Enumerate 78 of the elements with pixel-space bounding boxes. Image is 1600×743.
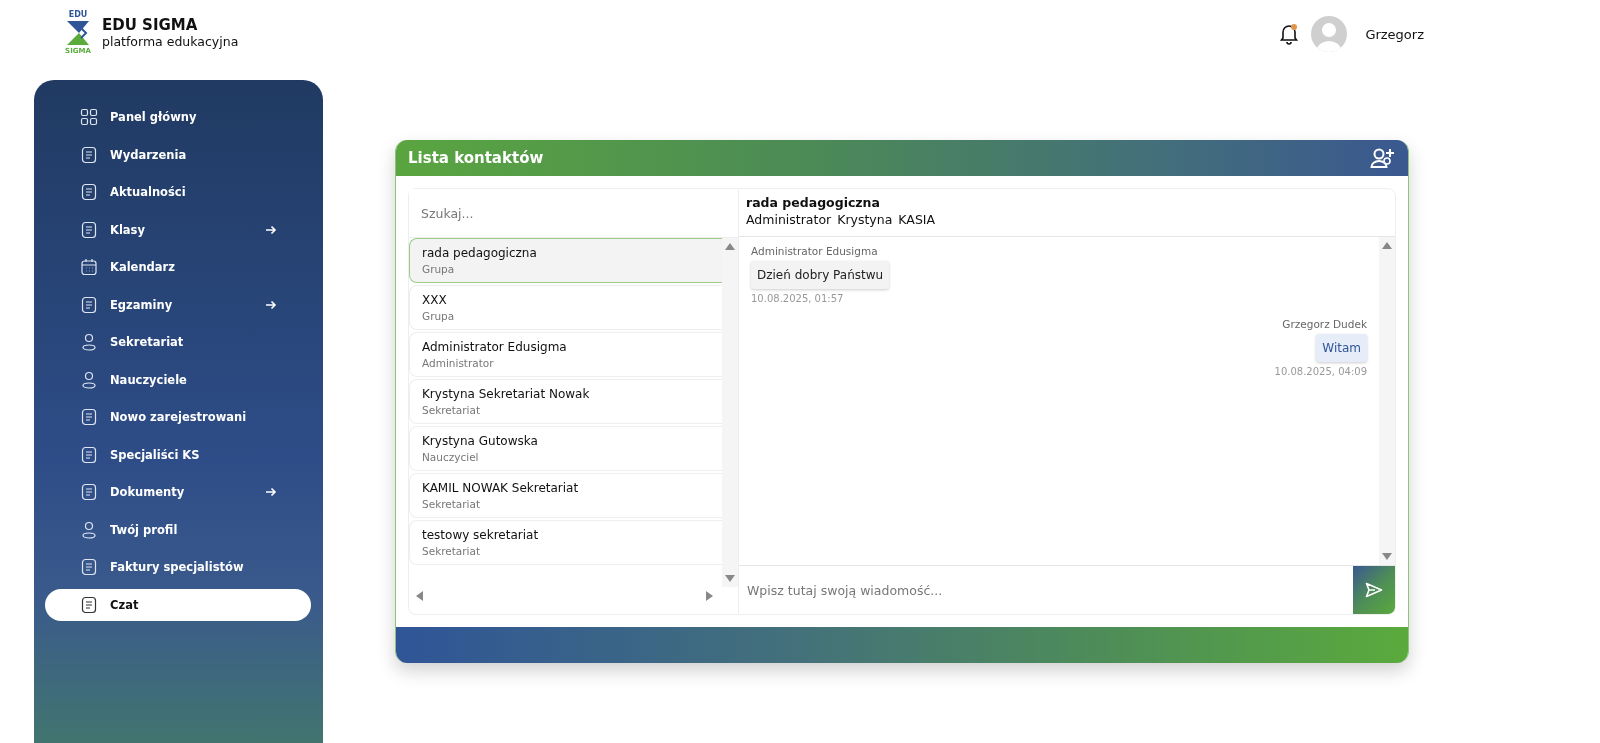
sidebar-item[interactable]: Kalendarz bbox=[45, 251, 311, 283]
add-user-icon[interactable] bbox=[1370, 146, 1396, 170]
message-time: 10.08.2025, 04:09 bbox=[1274, 366, 1367, 377]
user-name[interactable]: Grzegorz bbox=[1365, 26, 1424, 42]
person-icon bbox=[80, 333, 98, 351]
sidebar-item[interactable]: Egzaminy bbox=[45, 288, 311, 321]
message-sender: Administrator Edusigma bbox=[751, 245, 878, 257]
contact-item[interactable]: rada pedagogiczna Grupa bbox=[409, 238, 722, 283]
contact-item[interactable]: Administrator Edusigma Administrator bbox=[409, 332, 722, 377]
participant-name: Administrator bbox=[746, 212, 832, 227]
contact-name: Krystyna Gutowska bbox=[422, 434, 539, 448]
contact-name: rada pedagogiczna bbox=[422, 246, 538, 260]
chat-title: rada pedagogiczna bbox=[746, 195, 881, 210]
brand-name: EDU SIGMA bbox=[102, 17, 199, 34]
contact-item[interactable]: XXX Grupa bbox=[409, 285, 722, 330]
document-icon bbox=[80, 220, 98, 239]
contact-role: Grupa bbox=[422, 263, 456, 275]
card-title: Lista kontaktów bbox=[408, 149, 544, 167]
message-bubble: Dzień dobry Państwu bbox=[751, 261, 890, 289]
sidebar-item[interactable]: Klasy bbox=[45, 213, 311, 246]
contact-item[interactable]: KAMIL NOWAK Sekretariat Sekretariat bbox=[409, 473, 722, 518]
sigma-icon bbox=[65, 19, 91, 47]
sidebar-item[interactable]: Czat bbox=[45, 588, 311, 621]
sidebar-item[interactable]: Panel główny bbox=[45, 101, 311, 133]
sidebar-item[interactable]: Dokumenty bbox=[45, 476, 311, 508]
contact-item[interactable]: testowy sekretariat Sekretariat bbox=[409, 520, 722, 565]
contact-role: Administrator bbox=[422, 357, 495, 369]
scroll-up-icon[interactable] bbox=[725, 242, 735, 250]
sidebar-item[interactable]: Twój profil bbox=[45, 513, 311, 546]
contact-name: Krystyna Sekretariat Nowak bbox=[422, 387, 591, 401]
scroll-down-icon[interactable] bbox=[725, 575, 735, 583]
contact-role: Sekretariat bbox=[422, 545, 482, 557]
person-icon bbox=[80, 520, 98, 539]
contact-item[interactable]: Krystyna Sekretariat Nowak Sekretariat bbox=[409, 379, 722, 424]
contact-item[interactable]: Krystyna Gutowska Nauczyciel bbox=[409, 426, 722, 471]
contact-role: Sekretariat bbox=[422, 498, 482, 510]
contact-role: Grupa bbox=[422, 310, 456, 322]
document-icon bbox=[80, 408, 98, 426]
message-time: 10.08.2025, 01:57 bbox=[751, 293, 844, 304]
participant-name: KASIA bbox=[898, 212, 936, 227]
notification-bell-icon[interactable] bbox=[1279, 23, 1300, 45]
document-icon bbox=[80, 183, 98, 201]
logo-text: EDU bbox=[68, 10, 88, 19]
document-icon bbox=[80, 483, 98, 501]
send-button[interactable] bbox=[1353, 566, 1395, 614]
sidebar-item[interactable]: Nauczyciele bbox=[45, 363, 311, 396]
scroll-right-icon[interactable] bbox=[706, 591, 714, 601]
sidebar-item[interactable]: Sekretariat bbox=[45, 326, 311, 358]
document-icon bbox=[80, 445, 98, 464]
sidebar-item[interactable]: Wydarzenia bbox=[45, 138, 311, 171]
search-field[interactable]: Szukaj... bbox=[409, 189, 738, 238]
scrollbar[interactable] bbox=[722, 238, 738, 587]
contact-name: XXX bbox=[422, 293, 448, 307]
document-icon bbox=[80, 145, 98, 164]
sidebar-item[interactable]: Aktualności bbox=[45, 176, 311, 208]
scroll-up-icon[interactable] bbox=[1382, 241, 1392, 249]
contact-name: KAMIL NOWAK Sekretariat bbox=[422, 481, 580, 495]
message-sender: Grzegorz Dudek bbox=[1282, 318, 1367, 330]
send-icon bbox=[1365, 582, 1383, 598]
brand-tagline: platforma edukacyjna bbox=[102, 34, 239, 49]
contact-role: Nauczyciel bbox=[422, 451, 480, 463]
person-icon bbox=[80, 370, 98, 389]
scroll-left-icon[interactable] bbox=[415, 591, 423, 601]
contact-name: Administrator Edusigma bbox=[422, 340, 568, 354]
sidebar-item[interactable]: Nowo zarejestrowani bbox=[45, 401, 311, 433]
document-icon bbox=[80, 558, 98, 576]
document-icon bbox=[80, 295, 98, 314]
participant-name: Krystyna bbox=[837, 212, 893, 227]
scroll-down-icon[interactable] bbox=[1382, 553, 1392, 561]
scrollbar[interactable] bbox=[1379, 237, 1395, 565]
contact-name: testowy sekretariat bbox=[422, 528, 540, 542]
message-bubble: Witam bbox=[1316, 334, 1367, 362]
document-icon bbox=[80, 595, 98, 614]
calendar-icon bbox=[80, 258, 98, 276]
grid-icon bbox=[80, 108, 98, 126]
sidebar-item[interactable]: Specjaliści KS bbox=[45, 438, 311, 471]
contact-role: Sekretariat bbox=[422, 404, 482, 416]
sidebar-item[interactable]: Faktury specjalistów bbox=[45, 551, 311, 583]
